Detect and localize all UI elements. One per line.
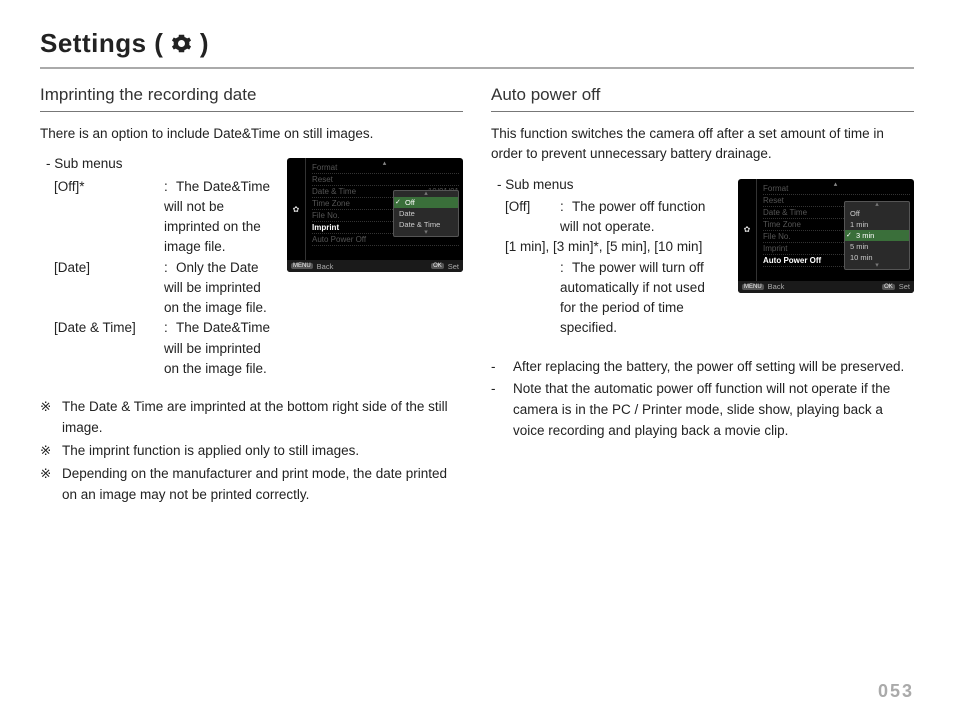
camera-popup: ▴OffDateDate & Time▾ (393, 190, 459, 237)
right-sub-label: - Sub menus (497, 175, 724, 195)
note-mark: ※ (40, 441, 62, 462)
right-row-1-value: The power will turn off automatically if… (560, 260, 705, 336)
camera-mock-left: ✿ ▴ FormatResetDate & Time10/01/01Time Z… (287, 158, 463, 272)
left-row-0: [Off]* :The Date&Time will not be imprin… (54, 177, 273, 258)
right-row-0-value: The power off function will not operate. (560, 199, 705, 234)
note-text: Depending on the manufacturer and print … (62, 464, 463, 506)
note-text: The imprint function is applied only to … (62, 441, 359, 462)
note-text: Note that the automatic power off functi… (513, 379, 914, 442)
camera-popup-item: 3 min (845, 230, 909, 241)
left-heading: Imprinting the recording date (40, 81, 463, 112)
note-row: - After replacing the battery, the power… (491, 357, 914, 378)
left-defs: - Sub menus [Off]* :The Date&Time will n… (40, 154, 273, 379)
note-mark: ※ (40, 464, 62, 506)
note-row: ※Depending on the manufacturer and print… (40, 464, 463, 506)
left-column: Imprinting the recording date There is a… (40, 81, 463, 508)
camera-popup-item: 10 min (845, 252, 909, 263)
title-suffix: ) (192, 28, 209, 58)
camera-popup: ▴Off1 min3 min5 min10 min▾ (844, 201, 910, 270)
left-row-1-value: Only the Date will be imprinted on the i… (164, 260, 267, 316)
gear-icon (171, 30, 192, 61)
note-mark: - (491, 379, 513, 442)
left-row-0-label: [Off]* (54, 177, 164, 258)
camera-popup-item: 5 min (845, 241, 909, 252)
camera-popup-item: 1 min (845, 219, 909, 230)
camera-footer-set: Set (448, 262, 459, 271)
left-notes: ※The Date & Time are imprinted at the bo… (40, 397, 463, 506)
camera-popup-item: Off (845, 208, 909, 219)
left-row-1-label: [Date] (54, 258, 164, 319)
left-row-2-value: The Date&Time will be imprinted on the i… (164, 320, 270, 376)
chevron-up-icon: ▴ (383, 159, 387, 167)
note-mark: - (491, 357, 513, 378)
left-row-0-value: The Date&Time will not be imprinted on t… (164, 179, 270, 255)
camera-popup-item: Off (394, 197, 458, 208)
ok-key-icon: OK (431, 263, 444, 269)
right-row-0: [Off] :The power off function will not o… (505, 197, 724, 238)
right-row-1: :The power will turn off automatically i… (505, 258, 724, 339)
chevron-up-icon: ▴ (834, 180, 838, 188)
title-prefix: Settings ( (40, 28, 171, 58)
right-row-0-label: [Off] (505, 197, 560, 238)
note-row: ※The Date & Time are imprinted at the bo… (40, 397, 463, 439)
ok-key-icon: OK (882, 284, 895, 290)
page-number: 053 (878, 681, 914, 702)
note-row: ※The imprint function is applied only to… (40, 441, 463, 462)
page-title: Settings ( ) (40, 28, 914, 69)
right-row-1-label: [1 min], [3 min]*, [5 min], [10 min] (505, 237, 724, 257)
right-heading: Auto power off (491, 81, 914, 112)
left-intro: There is an option to include Date&Time … (40, 124, 463, 144)
note-text: After replacing the battery, the power o… (513, 357, 904, 378)
note-mark: ※ (40, 397, 62, 439)
right-notes: - After replacing the battery, the power… (491, 357, 914, 443)
camera-popup-item: Date & Time (394, 219, 458, 230)
right-defs: - Sub menus [Off] :The power off functio… (491, 175, 724, 339)
camera-footer-back: Back (768, 282, 785, 291)
menu-key-icon: MENU (742, 284, 764, 290)
camera-footer-set: Set (899, 282, 910, 291)
left-row-2-label: [Date & Time] (54, 318, 164, 379)
gear-icon: ✿ (293, 205, 300, 214)
camera-mock-right: ✿ ▴ FormatResetDate & TimeTime ZoneFile … (738, 179, 914, 293)
left-sub-label: - Sub menus (46, 154, 273, 174)
gear-icon: ✿ (744, 225, 751, 234)
note-row: - Note that the automatic power off func… (491, 379, 914, 442)
camera-menu-item: Reset (312, 174, 459, 186)
camera-popup-item: Date (394, 208, 458, 219)
left-row-2: [Date & Time] :The Date&Time will be imp… (54, 318, 273, 379)
camera-footer-back: Back (317, 262, 334, 271)
right-column: Auto power off This function switches th… (491, 81, 914, 508)
right-intro: This function switches the camera off af… (491, 124, 914, 165)
note-text: The Date & Time are imprinted at the bot… (62, 397, 463, 439)
menu-key-icon: MENU (291, 263, 313, 269)
left-row-1: [Date] :Only the Date will be imprinted … (54, 258, 273, 319)
